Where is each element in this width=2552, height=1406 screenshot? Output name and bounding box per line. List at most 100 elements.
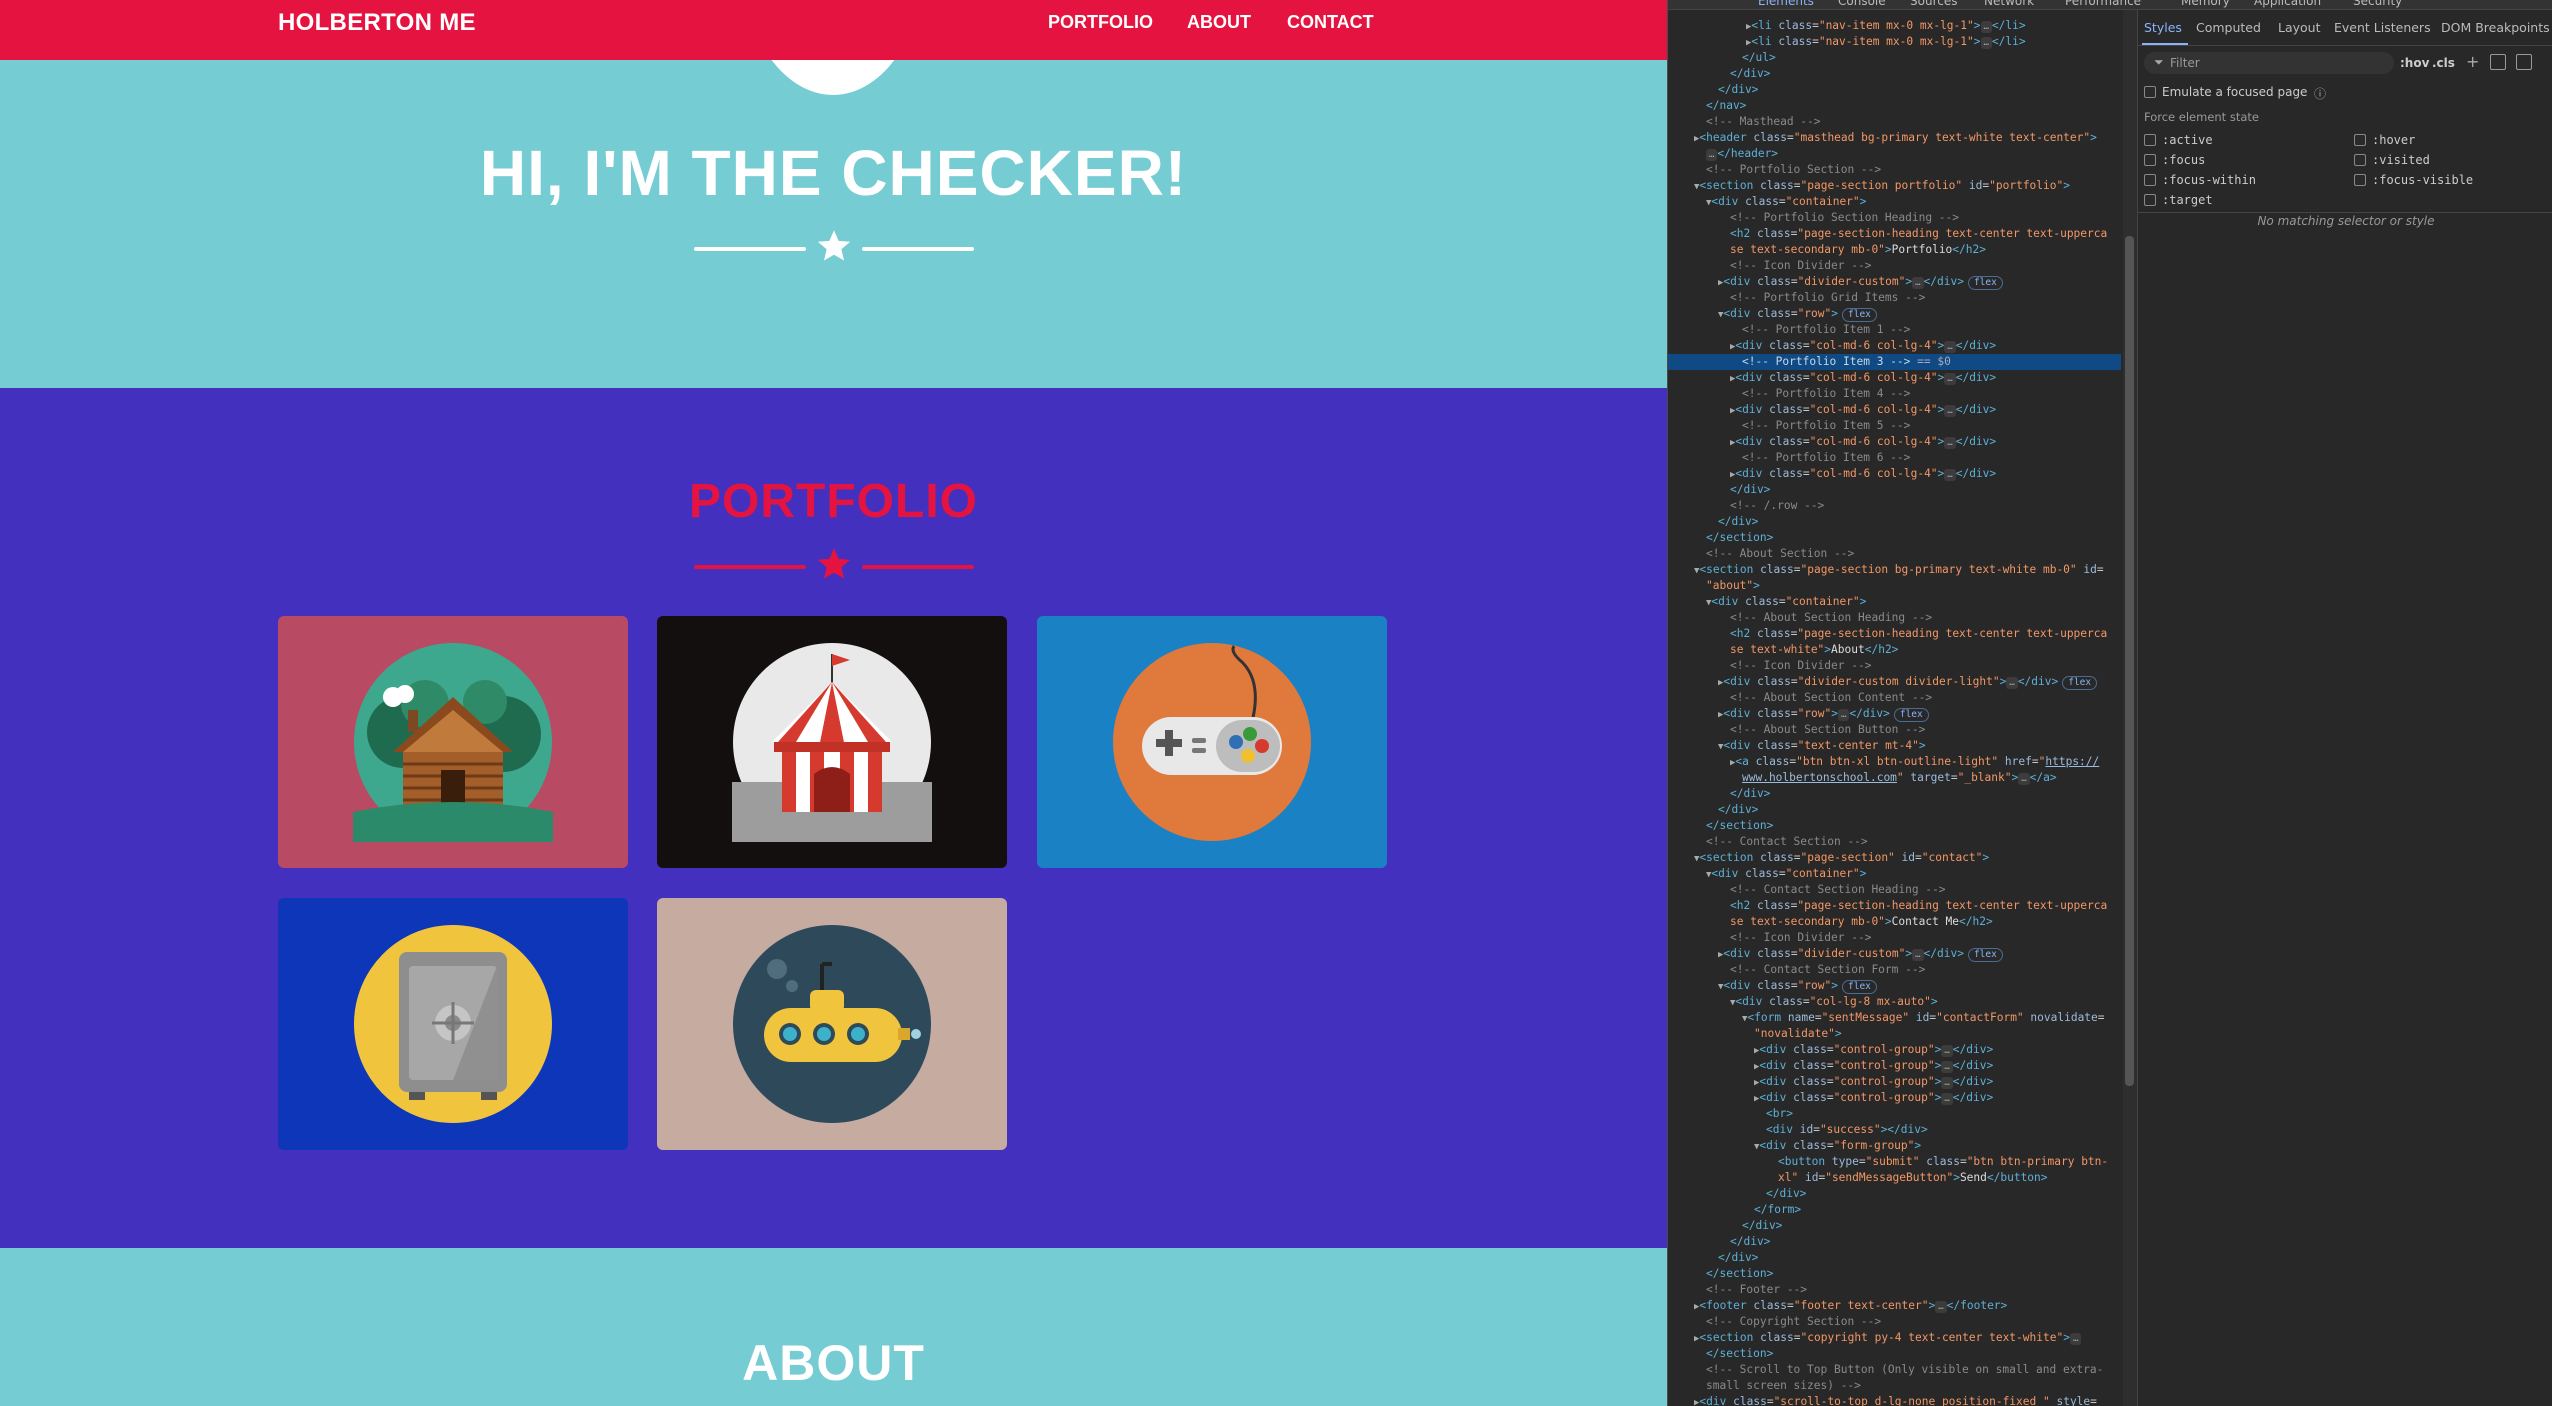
dom-node[interactable]: ▶<div class="col-md-6 col-lg-4">… </div> xyxy=(1668,402,2121,418)
tab-console[interactable]: Console xyxy=(1838,0,1886,8)
dom-scrollbar[interactable] xyxy=(2123,10,2137,1406)
tab-security[interactable]: Security xyxy=(2353,0,2402,8)
tab-sources[interactable]: Sources xyxy=(1910,0,1957,8)
dom-node[interactable]: </div> xyxy=(1668,1218,2121,1234)
dom-node[interactable]: <!-- Portfolio Item 5 --> xyxy=(1668,418,2121,434)
dom-node[interactable]: ▼<div class="col-lg-8 mx-auto"> xyxy=(1668,994,2121,1010)
state-target-checkbox[interactable] xyxy=(2144,194,2156,206)
dom-node[interactable]: <!-- Masthead --> xyxy=(1668,114,2121,130)
dom-node[interactable]: ▼<div class="container"> xyxy=(1668,866,2121,882)
state-visited-checkbox[interactable] xyxy=(2354,154,2366,166)
dom-node[interactable]: ▼<section class="page-section bg-primary… xyxy=(1668,562,2121,578)
dom-node[interactable]: <!-- Icon Divider --> xyxy=(1668,930,2121,946)
dom-node[interactable]: </section> xyxy=(1668,1266,2121,1282)
dom-node[interactable]: "about"> xyxy=(1668,578,2121,594)
dom-node-selected[interactable]: <!-- Portfolio Item 3 --> == $0 xyxy=(1668,354,2121,370)
dom-node[interactable]: </section> xyxy=(1668,818,2121,834)
tab-network[interactable]: Network xyxy=(1984,0,2034,8)
dom-node[interactable]: ▼<div class="form-group"> xyxy=(1668,1138,2121,1154)
dom-node[interactable]: <!-- Icon Divider --> xyxy=(1668,258,2121,274)
dom-node[interactable]: ▶<a class="btn btn-xl btn-outline-light"… xyxy=(1668,754,2121,770)
dom-node[interactable]: ▶<div class="control-group">… </div> xyxy=(1668,1074,2121,1090)
state-focus-within-checkbox[interactable] xyxy=(2144,174,2156,186)
dom-node[interactable]: ▶<li class="nav-item mx-0 mx-lg-1">… </li… xyxy=(1668,34,2121,50)
dom-node[interactable]: se text-secondary mb-0">Portfolio</h2> xyxy=(1668,242,2121,258)
dom-node[interactable]: <br> xyxy=(1668,1106,2121,1122)
tab-elements[interactable]: Elements xyxy=(1758,0,1814,8)
dom-node[interactable]: "novalidate"> xyxy=(1668,1026,2121,1042)
brand-link[interactable]: HOLBERTON ME xyxy=(278,9,476,37)
dom-node[interactable]: <!-- Portfolio Item 4 --> xyxy=(1668,386,2121,402)
dom-tree[interactable]: ▶<li class="nav-item mx-0 mx-lg-1">… </li… xyxy=(1668,10,2121,1406)
hov-toggle[interactable]: :hov xyxy=(2400,56,2429,70)
dom-node[interactable]: <button type="submit" class="btn btn-pri… xyxy=(1668,1154,2121,1170)
portfolio-item-safe[interactable] xyxy=(278,898,628,1150)
dom-node[interactable]: </div> xyxy=(1668,802,2121,818)
dom-node[interactable]: </div> xyxy=(1668,66,2121,82)
emulate-focus-checkbox[interactable] xyxy=(2144,86,2156,98)
dom-node[interactable]: <!-- Icon Divider --> xyxy=(1668,658,2121,674)
dom-node[interactable]: <!-- Portfolio Item 6 --> xyxy=(1668,450,2121,466)
dom-node[interactable]: </section> xyxy=(1668,1346,2121,1362)
dom-node[interactable]: ▼<div class="text-center mt-4"> xyxy=(1668,738,2121,754)
dom-node[interactable]: </div> xyxy=(1668,1250,2121,1266)
dom-node[interactable]: <!-- Portfolio Item 1 --> xyxy=(1668,322,2121,338)
tab-event-listeners[interactable]: Event Listeners xyxy=(2334,20,2431,35)
tab-computed[interactable]: Computed xyxy=(2196,20,2261,35)
tab-layout[interactable]: Layout xyxy=(2278,20,2321,35)
dom-node[interactable]: ▶<div class="col-md-6 col-lg-4">… </div> xyxy=(1668,434,2121,450)
dom-node[interactable]: </div> xyxy=(1668,82,2121,98)
dom-node[interactable]: ▶<div class="control-group">… </div> xyxy=(1668,1042,2121,1058)
dom-node[interactable]: ▼<div class="container"> xyxy=(1668,194,2121,210)
nav-about-link[interactable]: ABOUT xyxy=(1187,12,1251,33)
dom-node[interactable]: ▶<div class="divider-custom divider-ligh… xyxy=(1668,674,2121,690)
dom-node[interactable]: ▶<div class="control-group">… </div> xyxy=(1668,1090,2121,1106)
dom-node[interactable]: ▶<header class="masthead bg-primary text… xyxy=(1668,130,2121,146)
tab-performance[interactable]: Performance xyxy=(2065,0,2141,8)
dom-node[interactable]: <!-- Contact Section --> xyxy=(1668,834,2121,850)
dom-node[interactable]: <!-- /.row --> xyxy=(1668,498,2121,514)
dom-node[interactable]: <!-- About Section Button --> xyxy=(1668,722,2121,738)
dom-node[interactable]: www.holbertonschool.com" target="_blank"… xyxy=(1668,770,2121,786)
tab-application[interactable]: Application xyxy=(2254,0,2321,8)
dom-node[interactable]: ▶<div class="divider-custom">… </div> flex xyxy=(1668,274,2121,290)
dom-node[interactable]: se text-secondary mb-0">Contact Me</h2> xyxy=(1668,914,2121,930)
nav-contact-link[interactable]: CONTACT xyxy=(1287,12,1374,33)
dom-node[interactable]: ▶<div class="control-group">… </div> xyxy=(1668,1058,2121,1074)
dom-node[interactable]: ▶<div class="divider-custom">… </div> flex xyxy=(1668,946,2121,962)
help-icon[interactable]: ⓘ xyxy=(2314,85,2326,102)
dom-node[interactable]: ▼<section class="page-section" id="conta… xyxy=(1668,850,2121,866)
dom-node[interactable]: <div id="success"></div> xyxy=(1668,1122,2121,1138)
dom-node[interactable]: <!-- Portfolio Grid Items --> xyxy=(1668,290,2121,306)
dom-node[interactable]: ▼<section class="page-section portfolio"… xyxy=(1668,178,2121,194)
dom-node[interactable]: <!-- About Section Content --> xyxy=(1668,690,2121,706)
dom-node[interactable]: </ul> xyxy=(1668,50,2121,66)
dom-node[interactable]: <!-- Portfolio Section Heading --> xyxy=(1668,210,2121,226)
dom-node[interactable]: se text-white">About</h2> xyxy=(1668,642,2121,658)
tab-dom-breakpoints[interactable]: DOM Breakpoints xyxy=(2441,20,2550,35)
dom-node[interactable]: </div> xyxy=(1668,482,2121,498)
state-focus-checkbox[interactable] xyxy=(2144,154,2156,166)
portfolio-item-circus-tent[interactable] xyxy=(657,616,1007,868)
dom-node[interactable]: <!-- Scroll to Top Button (Only visible … xyxy=(1668,1362,2121,1378)
state-active-checkbox[interactable] xyxy=(2144,134,2156,146)
dom-node[interactable]: ▶<div class="scroll-to-top d-lg-none pos… xyxy=(1668,1394,2121,1406)
dom-node[interactable]: <!-- About Section Heading --> xyxy=(1668,610,2121,626)
dom-node[interactable]: <!-- Contact Section Form --> xyxy=(1668,962,2121,978)
dom-node[interactable]: small screen sizes) --> xyxy=(1668,1378,2121,1394)
cls-toggle[interactable]: .cls xyxy=(2432,56,2455,70)
dom-node[interactable]: <!-- Contact Section Heading --> xyxy=(1668,882,2121,898)
dom-node[interactable]: </div> xyxy=(1668,786,2121,802)
dom-node[interactable]: ▶<footer class="footer text-center">… </f… xyxy=(1668,1298,2121,1314)
state-focus-visible-checkbox[interactable] xyxy=(2354,174,2366,186)
styles-filter-input[interactable]: ⏷ Filter xyxy=(2144,52,2394,74)
dom-node[interactable]: <!-- About Section --> xyxy=(1668,546,2121,562)
dom-node[interactable]: </form> xyxy=(1668,1202,2121,1218)
nav-portfolio-link[interactable]: PORTFOLIO xyxy=(1048,12,1153,33)
tab-styles[interactable]: Styles xyxy=(2144,20,2182,35)
dom-node[interactable]: ▶<div class="col-md-6 col-lg-4">… </div> xyxy=(1668,370,2121,386)
dom-node[interactable]: ▶<div class="col-md-6 col-lg-4">… </div> xyxy=(1668,466,2121,482)
dom-node[interactable]: <h2 class="page-section-heading text-cen… xyxy=(1668,626,2121,642)
dom-node[interactable]: <!-- Copyright Section --> xyxy=(1668,1314,2121,1330)
dom-node[interactable]: ▶<div class="row">… </div> flex xyxy=(1668,706,2121,722)
